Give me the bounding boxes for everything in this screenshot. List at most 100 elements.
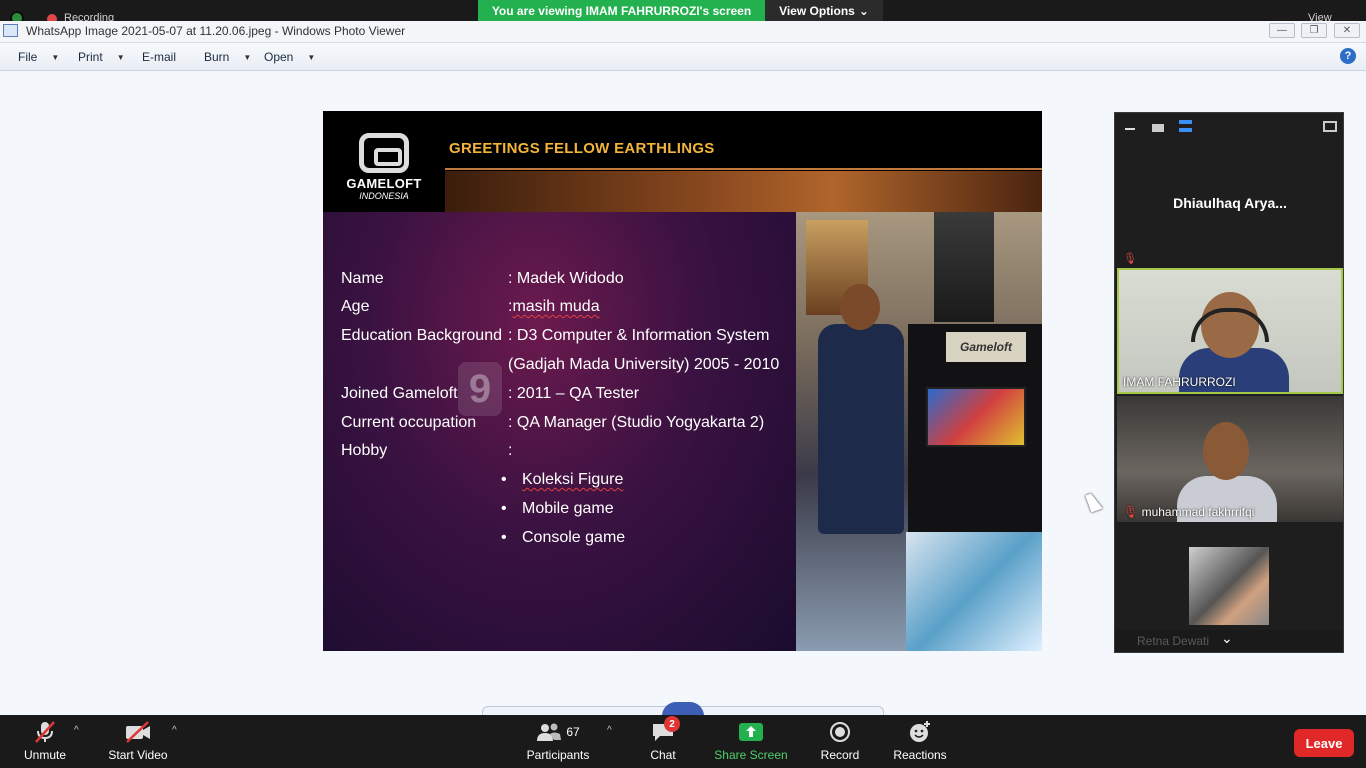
view-options-button[interactable]: View Options ⌄ — [765, 0, 883, 22]
person-head — [840, 284, 880, 330]
chevron-down-icon[interactable]: ⌄ — [1221, 630, 1233, 647]
active-speaker-name: Dhiaulhaq Arya... — [1173, 195, 1287, 211]
arcade-base — [906, 532, 1042, 651]
info-row-age: Age: masih muda — [341, 298, 600, 316]
arcade-sign: Gameloft — [946, 332, 1026, 362]
caret-up-icon[interactable]: ^ — [74, 725, 79, 736]
person-photo: Gameloft — [796, 212, 1042, 651]
screen: Recording You are viewing IMAM FAHRURROZ… — [0, 0, 1366, 768]
restore-icon: ❐ — [1309, 25, 1319, 36]
video-off-icon — [123, 720, 153, 744]
start-video-button[interactable]: Start Video — [106, 715, 170, 768]
header-band — [445, 171, 1042, 212]
logo-name: GAMELOFT — [346, 176, 422, 191]
record-button[interactable]: Record — [818, 715, 862, 768]
share-screen-label: Share Screen — [714, 748, 788, 762]
chat-icon: 2 — [648, 716, 680, 744]
unmute-label: Unmute — [23, 748, 67, 762]
reactions-button[interactable]: Reactions — [892, 715, 948, 768]
participants-count: 67 — [566, 725, 580, 739]
slide-header: GAMELOFT INDONESIA GREETINGS FELLOW EART… — [323, 111, 1042, 212]
participants-label: Participants — [526, 748, 590, 762]
panel-footer: Retna Dewati ⌄ — [1115, 630, 1343, 652]
gameloft-g-icon — [359, 133, 409, 173]
reactions-label: Reactions — [893, 748, 947, 762]
slide-heading: GREETINGS FELLOW EARTHLINGS — [449, 140, 715, 157]
hobby-text: Console game — [522, 529, 626, 546]
info-row-name: Name: Madek Widodo — [341, 270, 624, 288]
unmute-button[interactable]: Unmute — [22, 715, 68, 768]
hobby-text: Mobile game — [522, 500, 614, 517]
view-options-label: View Options — [779, 4, 855, 18]
info-value: : 2011 – QA Tester — [508, 385, 640, 402]
menu-file[interactable]: File ▼ — [18, 50, 59, 64]
mic-muted-icon: 🎙 — [1123, 505, 1139, 519]
info-value: : D3 Computer & Information System — [508, 327, 770, 344]
participants-icon: 67 — [528, 720, 588, 744]
caret-up-icon[interactable]: ^ — [172, 725, 177, 736]
caret-down-icon: ▼ — [243, 52, 252, 62]
toolbar-knob[interactable] — [662, 702, 704, 716]
arcade-screen — [926, 387, 1026, 447]
info-row-education: Education Background : D3 Computer & Info… — [341, 327, 769, 345]
info-label: Age — [341, 298, 370, 315]
chat-badge: 2 — [664, 716, 680, 732]
strip-view-icon[interactable] — [1179, 120, 1192, 132]
info-value: : — [508, 442, 513, 459]
minimize-panel-icon[interactable] — [1125, 128, 1135, 130]
record-icon — [825, 720, 855, 744]
info-value: : Madek Widodo — [508, 270, 624, 287]
gameloft-logo: GAMELOFT INDONESIA — [343, 133, 425, 209]
minimize-button[interactable]: — — [1269, 23, 1295, 38]
caret-up-icon[interactable]: ^ — [607, 725, 612, 736]
mic-muted-icon: 🎙 — [1123, 253, 1137, 265]
zoom-top-strip: Recording You are viewing IMAM FAHRURROZ… — [0, 0, 1366, 25]
info-row-joined: Joined Gameloft : 2011 – QA Tester — [341, 385, 639, 403]
menu-burn[interactable]: Burn ▼ — [204, 50, 251, 64]
photo-viewer-app-icon — [3, 24, 18, 37]
leave-button[interactable]: Leave — [1294, 729, 1354, 757]
close-button[interactable]: ✕ — [1334, 23, 1360, 38]
mic-muted-icon — [30, 720, 60, 744]
share-screen-button[interactable]: Share Screen — [714, 715, 788, 768]
zoom-video-panel: Dhiaulhaq Arya... 🎙 IMAM FAHRURROZI 🎙 mu… — [1114, 112, 1344, 653]
caret-down-icon: ▼ — [116, 52, 125, 62]
participant-thumbnail[interactable] — [1189, 547, 1269, 625]
logo-sub: INDONESIA — [359, 191, 409, 201]
menu-file-label: File — [18, 50, 38, 64]
poster — [934, 212, 994, 322]
info-label: Current occupation — [341, 414, 477, 431]
info-row-education-cont: (Gadjah Mada University) 2005 - 2010 — [341, 356, 779, 374]
info-label: Education Background — [341, 327, 502, 344]
share-screen-icon — [736, 720, 766, 744]
participant-name: IMAM FAHRURROZI — [1123, 375, 1236, 389]
menu-open[interactable]: Open ▼ — [264, 50, 315, 64]
minimize-icon: — — [1277, 25, 1287, 36]
info-value: (Gadjah Mada University) 2005 - 2010 — [508, 356, 780, 373]
info-label: Hobby — [341, 442, 388, 459]
close-icon: ✕ — [1342, 25, 1352, 36]
person-head — [1203, 422, 1249, 480]
restore-button[interactable]: ❐ — [1301, 23, 1327, 38]
participant-video[interactable]: 🎙 muhammad fakhrrifqi — [1117, 396, 1343, 522]
window-title: WhatsApp Image 2021-05-07 at 11.20.06.jp… — [26, 24, 406, 38]
participants-button[interactable]: 67 Participants — [524, 715, 592, 768]
hobby-item: Koleksi Figure — [501, 471, 624, 489]
chat-button[interactable]: 2 Chat — [646, 715, 680, 768]
info-value: masih muda — [512, 298, 600, 315]
hobby-text: Koleksi Figure — [522, 471, 624, 488]
caret-down-icon: ▼ — [307, 52, 316, 62]
menu-email[interactable]: E-mail — [142, 50, 176, 64]
window-title-bar: WhatsApp Image 2021-05-07 at 11.20.06.jp… — [0, 21, 1366, 43]
hobby-item: Mobile game — [501, 500, 614, 518]
menu-print[interactable]: Print ▼ — [78, 50, 125, 64]
speaker-view-icon[interactable] — [1152, 124, 1164, 132]
menu-bar: File ▼ Print ▼ E-mail Burn ▼ Open ▼ — [0, 43, 1366, 71]
menu-open-label: Open — [264, 50, 294, 64]
expand-panel-icon[interactable] — [1323, 121, 1337, 132]
participant-video[interactable]: IMAM FAHRURROZI — [1117, 268, 1343, 394]
person-body — [818, 324, 904, 534]
menu-burn-label: Burn — [204, 50, 230, 64]
help-icon[interactable]: ? — [1340, 48, 1356, 64]
info-label: Joined Gameloft — [341, 385, 458, 402]
